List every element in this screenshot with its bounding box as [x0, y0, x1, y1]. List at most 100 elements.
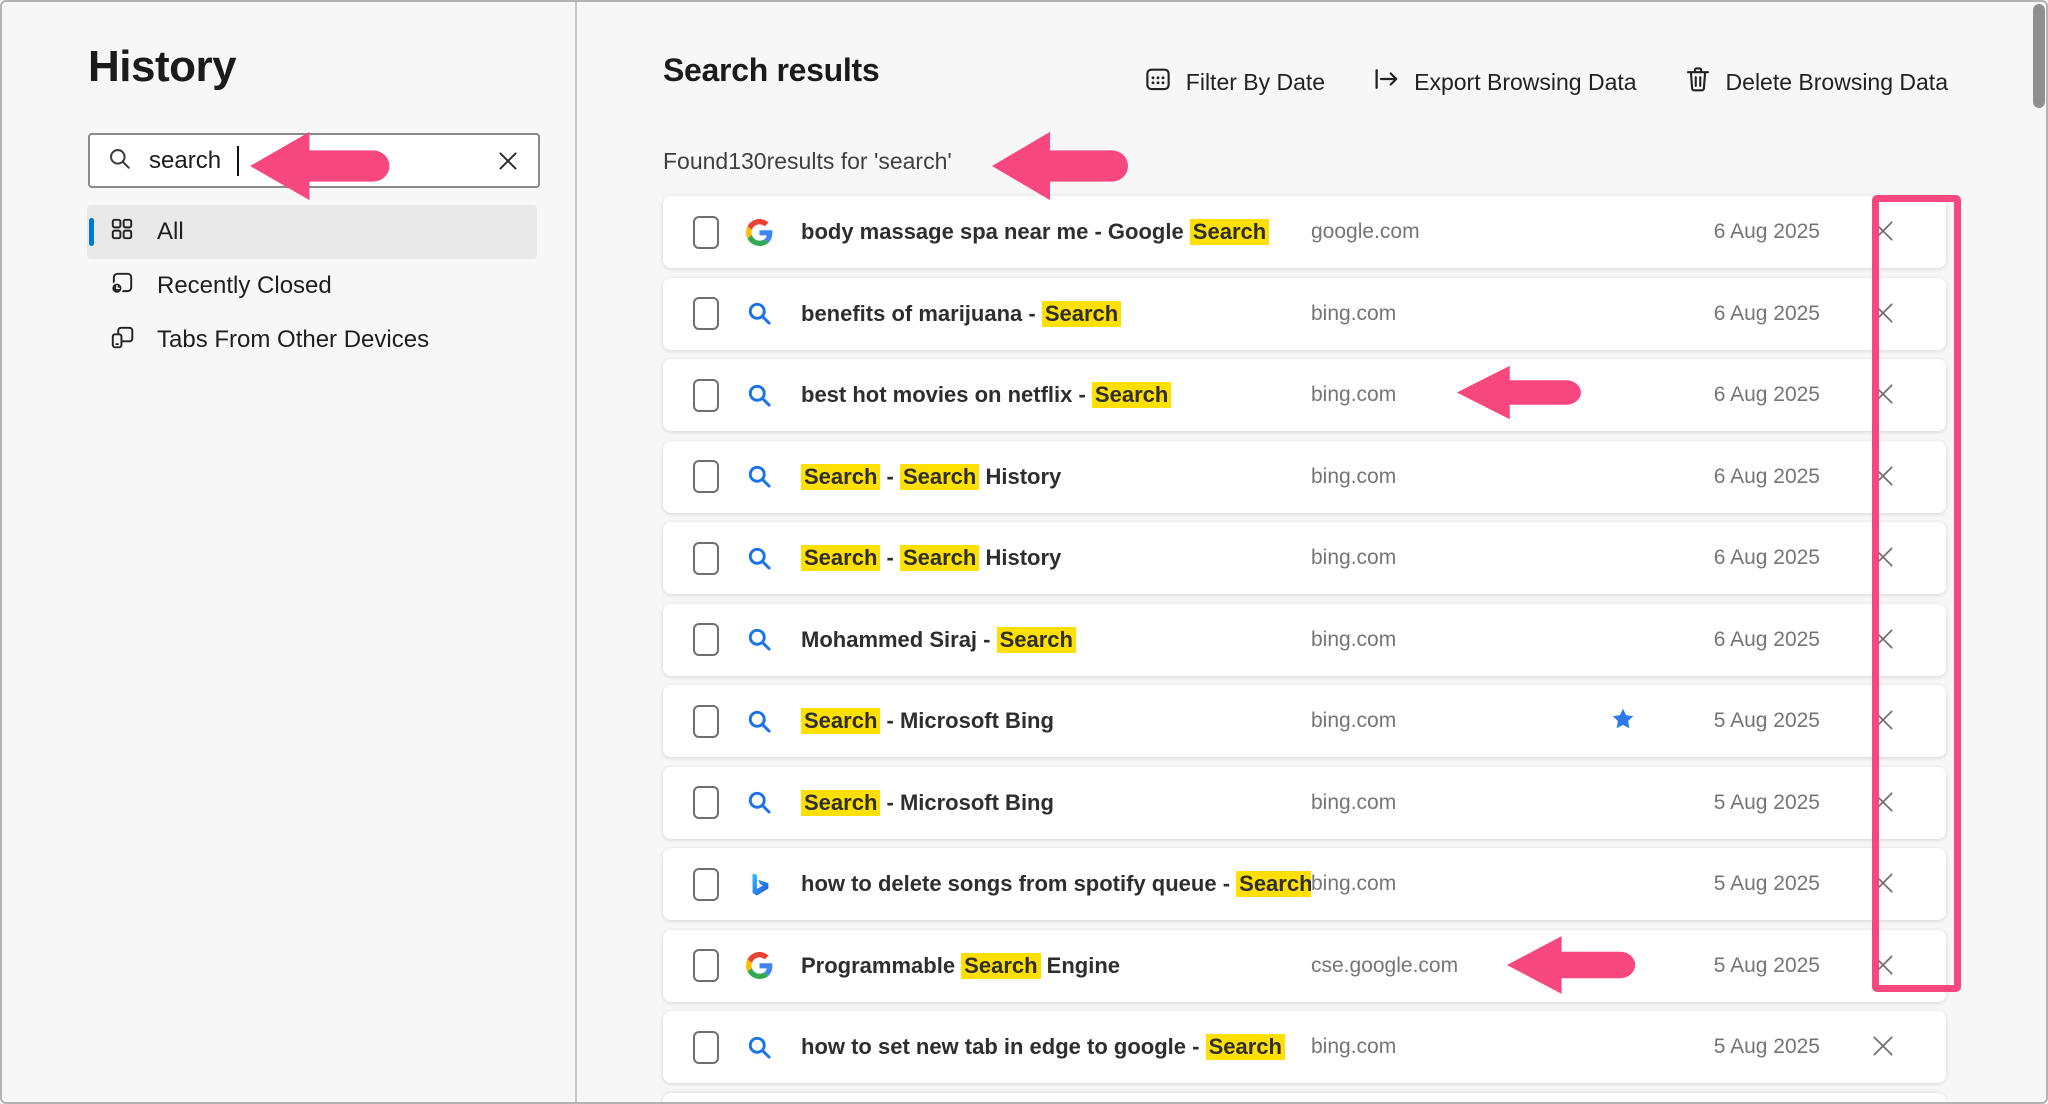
history-row[interactable]: benefits of marijuana - Search bing.com … [663, 278, 1946, 350]
magnifier-favicon [745, 463, 773, 491]
row-checkbox[interactable] [693, 623, 719, 656]
row-date: 6 Aug 2025 [1670, 546, 1820, 570]
delete-browsing-data-button[interactable]: Delete Browsing Data [1683, 64, 1948, 100]
history-row[interactable]: Mohammed Siraj - Search bing.com 6 Aug 2… [663, 604, 1946, 676]
history-row[interactable]: Search - Microsoft Bing bing.com 5 Aug 2… [663, 685, 1946, 757]
row-checkbox[interactable] [693, 786, 719, 819]
delete-row-button[interactable] [1866, 460, 1900, 494]
row-date: 6 Aug 2025 [1670, 628, 1820, 652]
row-title: Search - Search History [801, 464, 1311, 490]
row-checkbox[interactable] [693, 379, 719, 412]
toolbar-button-label: Delete Browsing Data [1726, 69, 1948, 96]
row-domain: bing.com [1311, 302, 1610, 326]
recently-closed-icon [109, 270, 135, 303]
magnifier-favicon [745, 1033, 773, 1061]
row-title: how to delete songs from spotify queue -… [801, 871, 1311, 897]
calendar-icon [1143, 64, 1173, 100]
history-row[interactable]: Search - Search History bing.com 6 Aug 2… [663, 441, 1946, 513]
results-title: Search results [663, 52, 879, 89]
favorite-star-icon [1610, 706, 1636, 737]
delete-row-button[interactable] [1866, 786, 1900, 820]
selected-indicator [89, 218, 94, 246]
delete-row-button[interactable] [1866, 541, 1900, 575]
history-row[interactable]: Search - Search History bing.com 6 Aug 2… [663, 522, 1946, 594]
grid-icon [109, 216, 135, 249]
delete-row-button[interactable] [1866, 949, 1900, 983]
history-sidebar: History search All R [0, 0, 577, 1104]
magnifier-favicon [745, 300, 773, 328]
filter-by-date-button[interactable]: Filter By Date [1143, 64, 1325, 100]
row-checkbox[interactable] [693, 460, 719, 493]
results-summary: Found130results for 'search' [663, 148, 952, 175]
row-checkbox[interactable] [693, 949, 719, 982]
toolbar-button-label: Export Browsing Data [1414, 69, 1636, 96]
row-date: 5 Aug 2025 [1670, 1035, 1820, 1059]
delete-row-button[interactable] [1866, 215, 1900, 249]
history-row[interactable]: Programmable Search Engine cse.google.co… [663, 930, 1946, 1002]
row-domain: cse.google.com [1311, 954, 1610, 978]
row-date: 5 Aug 2025 [1670, 954, 1820, 978]
history-row[interactable]: how to delete songs from spotify queue -… [663, 848, 1946, 920]
row-date: 6 Aug 2025 [1670, 465, 1820, 489]
sidebar-item-tabs-from-other-devices[interactable]: Tabs From Other Devices [87, 313, 537, 367]
sidebar-item-recently-closed[interactable]: Recently Closed [87, 259, 537, 313]
history-main: Search results Filter By Date Export Bro… [579, 0, 2048, 1104]
page-title: History [88, 42, 236, 92]
google-favicon [745, 952, 773, 980]
history-row[interactable]: best hot movies on netflix - Search bing… [663, 359, 1946, 431]
delete-row-button[interactable] [1866, 867, 1900, 901]
clear-search-icon[interactable] [494, 147, 522, 175]
row-checkbox[interactable] [693, 542, 719, 575]
row-domain: bing.com [1311, 383, 1610, 407]
text-cursor [237, 146, 239, 176]
row-checkbox[interactable] [693, 705, 719, 738]
delete-row-button[interactable] [1866, 297, 1900, 331]
row-date: 5 Aug 2025 [1670, 709, 1820, 733]
magnifier-favicon [745, 381, 773, 409]
delete-row-button[interactable] [1866, 378, 1900, 412]
row-date: 6 Aug 2025 [1670, 383, 1820, 407]
row-title: Mohammed Siraj - Search [801, 627, 1311, 653]
bing-favicon [745, 870, 773, 898]
row-title: best hot movies on netflix - Search [801, 382, 1311, 408]
history-row-partial [663, 1093, 1946, 1104]
delete-row-button[interactable] [1866, 704, 1900, 738]
sidebar-item-label: Recently Closed [157, 272, 332, 300]
row-domain: bing.com [1311, 465, 1610, 489]
row-date: 5 Aug 2025 [1670, 872, 1820, 896]
row-title: Search - Microsoft Bing [801, 790, 1311, 816]
row-checkbox[interactable] [693, 297, 719, 330]
history-nav: All Recently Closed Tabs From Other Devi… [87, 205, 537, 367]
google-favicon [745, 218, 773, 246]
row-title: Search - Microsoft Bing [801, 708, 1311, 734]
history-row[interactable]: body massage spa near me - Google Search… [663, 196, 1946, 268]
devices-icon [109, 324, 135, 357]
row-checkbox[interactable] [693, 868, 719, 901]
magnifier-favicon [745, 707, 773, 735]
history-row[interactable]: Search - Microsoft Bing bing.com 5 Aug 2… [663, 767, 1946, 839]
delete-row-button[interactable] [1866, 1030, 1900, 1064]
row-date: 5 Aug 2025 [1670, 791, 1820, 815]
magnifier-favicon [745, 544, 773, 572]
row-checkbox[interactable] [693, 1031, 719, 1064]
vertical-scrollbar[interactable] [2033, 4, 2045, 108]
row-title: body massage spa near me - Google Search [801, 219, 1311, 245]
row-title: how to set new tab in edge to google - S… [801, 1034, 1311, 1060]
row-domain: bing.com [1311, 872, 1610, 896]
row-domain: bing.com [1311, 709, 1610, 733]
row-domain: bing.com [1311, 1035, 1610, 1059]
delete-row-button[interactable] [1866, 623, 1900, 657]
history-row[interactable]: how to set new tab in edge to google - S… [663, 1011, 1946, 1083]
row-title: Programmable Search Engine [801, 953, 1311, 979]
export-browsing-data-button[interactable]: Export Browsing Data [1371, 64, 1636, 100]
row-domain: bing.com [1311, 791, 1610, 815]
edge-history-page: History search All R [0, 0, 2048, 1104]
history-list: body massage spa near me - Google Search… [663, 196, 1946, 1104]
history-search-input[interactable]: search [88, 133, 540, 188]
row-checkbox[interactable] [693, 216, 719, 249]
magnifier-favicon [745, 789, 773, 817]
row-domain: bing.com [1311, 628, 1610, 652]
sidebar-item-all[interactable]: All [87, 205, 537, 259]
search-icon [106, 145, 133, 177]
row-domain: google.com [1311, 220, 1610, 244]
